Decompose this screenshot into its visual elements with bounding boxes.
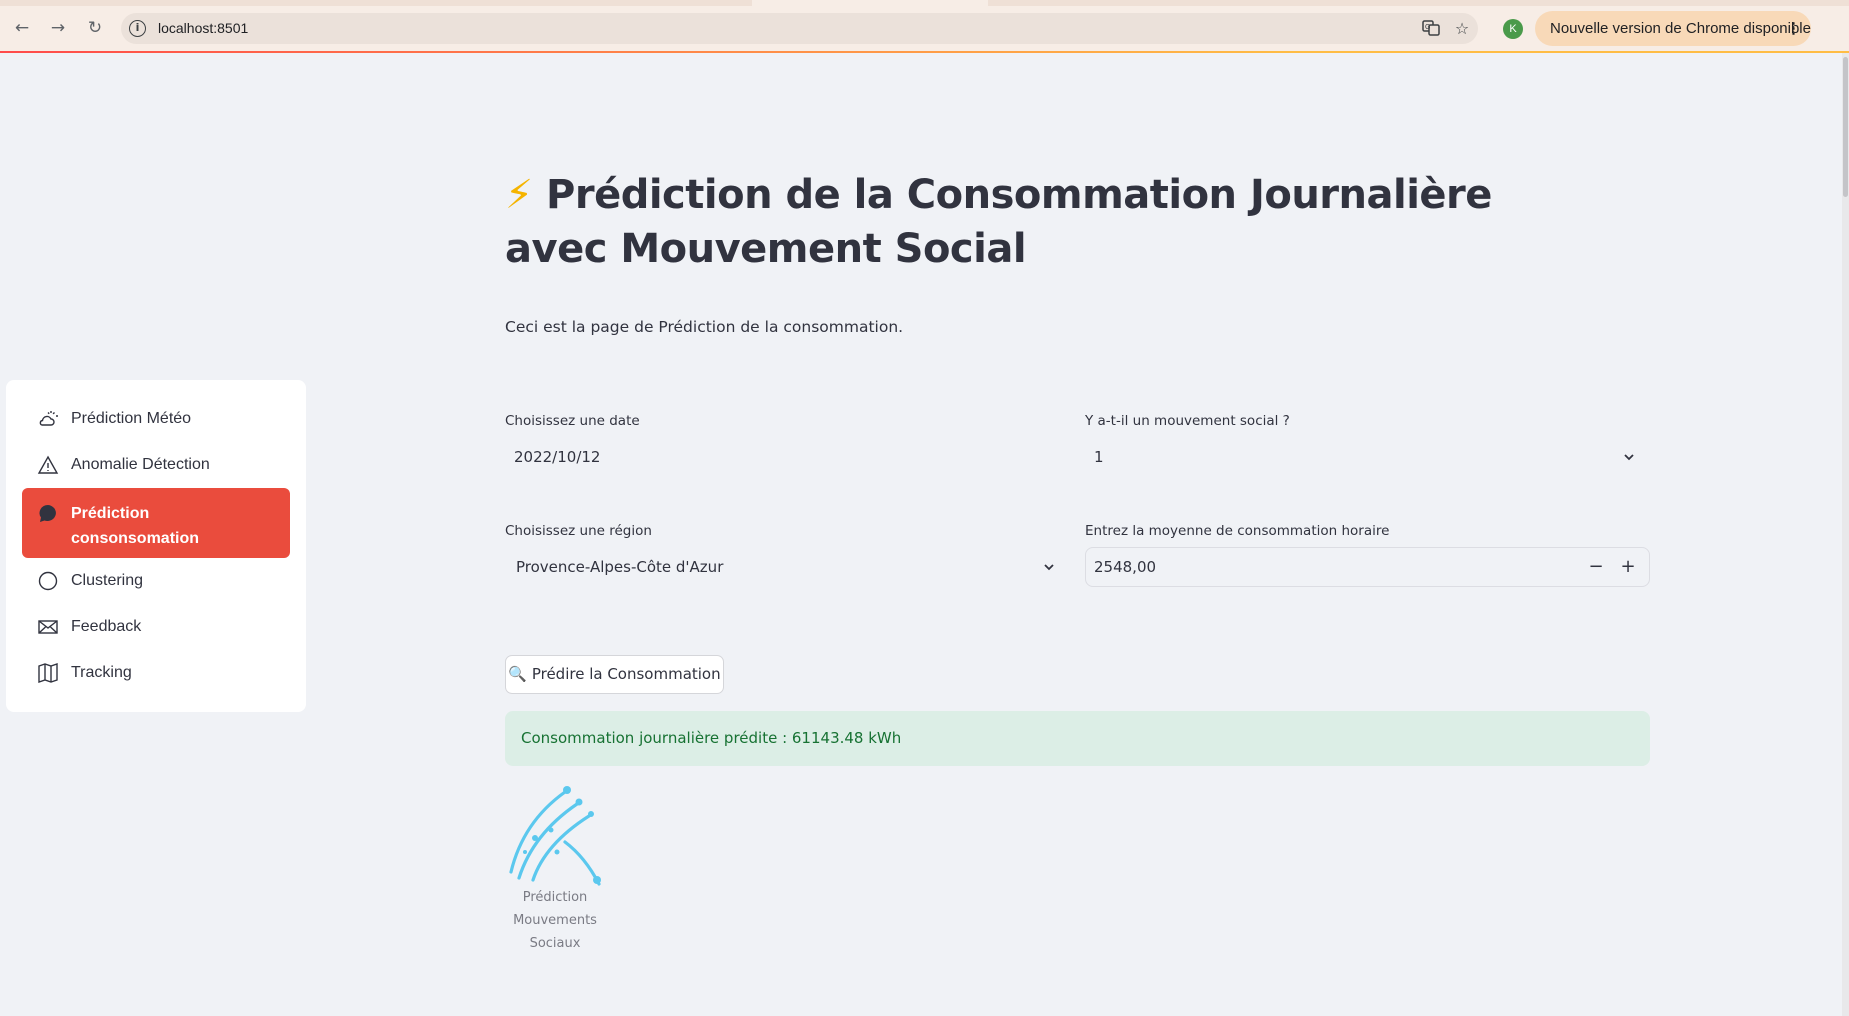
intro-text: Ceci est la page de Prédiction de la con… <box>505 318 904 336</box>
svg-text:G: G <box>1425 24 1430 31</box>
sidebar-item-label: Prédiction consonsomation <box>71 505 200 547</box>
address-bar[interactable]: i localhost:8501 G ☆ <box>121 13 1478 44</box>
sidebar-item-label: Feedback <box>71 618 142 635</box>
sidebar-item-label: Prédiction Météo <box>71 410 192 427</box>
circle-icon <box>37 570 59 592</box>
translate-icon[interactable]: G <box>1421 19 1441 39</box>
page-title: ⚡ Prédiction de la Consommation Journali… <box>505 168 1605 276</box>
date-label: Choisissez une date <box>505 413 640 429</box>
date-value: 2022/10/12 <box>514 448 601 466</box>
page-scrollbar[interactable] <box>1842 53 1849 1016</box>
warning-triangle-icon <box>37 454 59 476</box>
logo-caption: Prédiction Mouvements Sociaux <box>513 890 597 951</box>
social-movements-logo <box>505 782 605 890</box>
update-label: Nouvelle version de Chrome disponible <box>1550 20 1811 37</box>
decrement-button[interactable]: − <box>1581 548 1611 586</box>
sidebar-item-label: Clustering <box>71 572 144 589</box>
sidebar-item-prediction-meteo[interactable]: Prédiction Météo <box>22 396 290 442</box>
chrome-update-button[interactable]: Nouvelle version de Chrome disponible ⋮ <box>1535 11 1811 46</box>
sidebar-item-tracking[interactable]: Tracking <box>22 650 290 696</box>
sidebar-item-label: Tracking <box>71 664 132 681</box>
prediction-result-alert: Consommation journalière prédite : 61143… <box>505 711 1650 766</box>
social-movement-select[interactable]: 1 <box>1085 437 1650 477</box>
browser-toolbar: ← → ↻ i localhost:8501 G ☆ K Nouvelle ve… <box>0 0 1849 52</box>
chevron-down-icon <box>1042 547 1058 587</box>
sidebar-item-anomalie-detection[interactable]: Anomalie Détection <box>22 442 290 488</box>
region-label: Choisissez une région <box>505 523 652 539</box>
region-select[interactable]: Provence-Alpes-Côte d'Azur <box>505 547 1070 587</box>
sidebar-nav: Prédiction Météo Anomalie Détection Préd… <box>6 380 306 712</box>
sidebar-item-prediction-consommation[interactable]: Prédiction consonsomation <box>22 488 290 558</box>
envelope-icon <box>37 616 59 638</box>
avg-consumption-label: Entrez la moyenne de consommation horair… <box>1085 523 1390 539</box>
chat-bubble-icon <box>37 503 59 525</box>
social-movement-label: Y a-t-il un mouvement social ? <box>1085 413 1290 429</box>
tab-strip <box>0 0 1849 6</box>
lightning-bolt-icon: ⚡ <box>505 172 533 218</box>
site-info-icon[interactable]: i <box>129 20 146 37</box>
sidebar-item-label: Anomalie Détection <box>71 456 210 473</box>
sidebar-item-clustering[interactable]: Clustering <box>22 558 290 604</box>
back-arrow-icon[interactable]: ← <box>10 16 34 40</box>
reload-icon[interactable]: ↻ <box>83 16 107 40</box>
chevron-down-icon <box>1622 437 1638 477</box>
avg-consumption-input[interactable]: 2548,00 − + <box>1085 547 1650 587</box>
url-text: localhost:8501 <box>158 20 249 36</box>
forward-arrow-icon[interactable]: → <box>46 16 70 40</box>
profile-avatar[interactable]: K <box>1503 19 1523 39</box>
prediction-result-text: Consommation journalière prédite : 61143… <box>521 729 902 747</box>
sidebar-item-feedback[interactable]: Feedback <box>22 604 290 650</box>
increment-button[interactable]: + <box>1613 548 1643 586</box>
active-tab[interactable] <box>752 0 988 6</box>
page-title-text: Prédiction de la Consommation Journalièr… <box>505 172 1492 272</box>
avg-consumption-value: 2548,00 <box>1094 558 1157 576</box>
streamlit-header-decoration <box>0 51 1849 53</box>
scrollbar-thumb[interactable] <box>1843 57 1848 197</box>
map-icon <box>37 662 59 684</box>
predict-button[interactable]: 🔍 Prédire la Consommation <box>505 655 724 694</box>
water-splash-logo-icon <box>509 786 601 886</box>
region-value: Provence-Alpes-Côte d'Azur <box>516 558 724 576</box>
menu-dots-icon[interactable]: ⋮ <box>1786 11 1801 46</box>
date-input[interactable]: 2022/10/12 <box>505 437 1070 477</box>
social-movement-value: 1 <box>1094 448 1104 466</box>
bookmark-star-icon[interactable]: ☆ <box>1452 19 1472 39</box>
cloud-sun-icon <box>37 408 59 430</box>
